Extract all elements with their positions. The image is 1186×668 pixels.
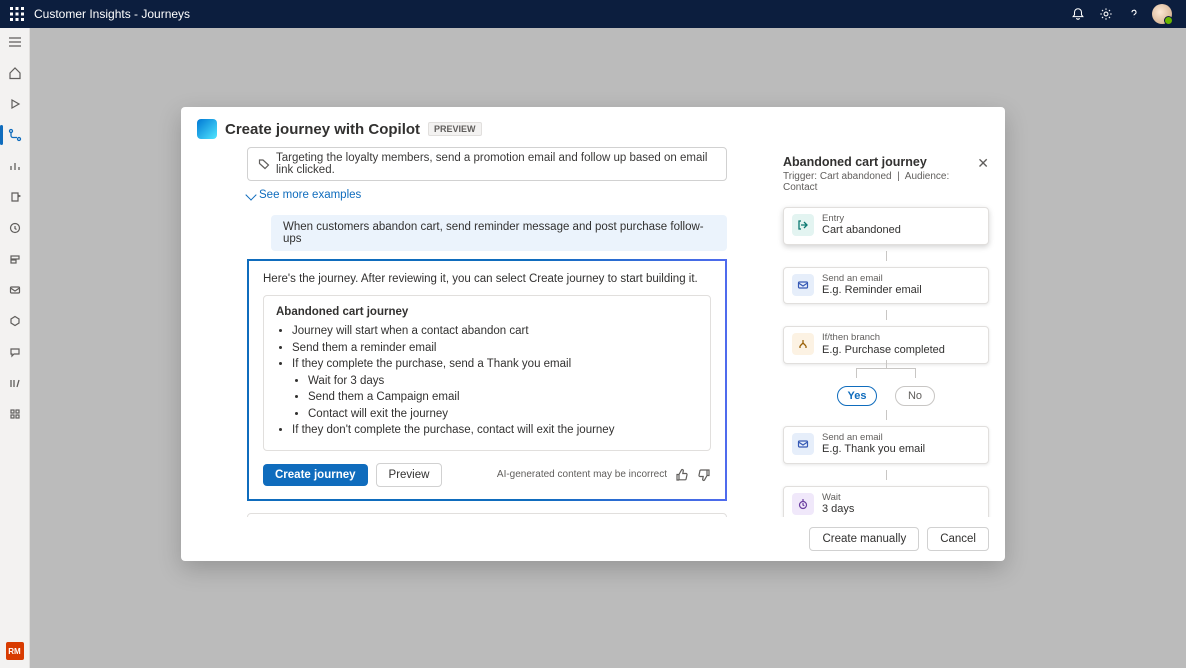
chat-icon[interactable] [7, 344, 23, 360]
journey-step: If they complete the purchase, send a Th… [292, 357, 698, 422]
journey-summary-title: Abandoned cart journey [276, 306, 698, 318]
journey-node-entry[interactable]: Entry Cart abandoned [783, 207, 989, 245]
wait-node-icon [792, 493, 814, 515]
email-node-icon [792, 274, 814, 296]
clock-icon[interactable] [7, 220, 23, 236]
journey-node-branch[interactable]: If/then branch E.g. Purchase completed [783, 326, 989, 364]
suggestion-chip[interactable]: Targeting the loyalty members, send a pr… [247, 147, 727, 181]
hamburger-icon[interactable] [7, 34, 23, 50]
preview-button[interactable]: Preview [376, 463, 443, 487]
user-message: When customers abandon cart, send remind… [271, 215, 727, 251]
email-icon[interactable] [7, 282, 23, 298]
form-icon[interactable] [7, 189, 23, 205]
cancel-button[interactable]: Cancel [927, 527, 989, 551]
branch-no[interactable]: No [895, 386, 935, 406]
settings-icon[interactable] [1092, 0, 1120, 28]
segment-icon[interactable] [7, 251, 23, 267]
journey-node-email[interactable]: Send an email E.g. Reminder email [783, 267, 989, 305]
journey-step: Send them a reminder email [292, 341, 698, 357]
library-icon[interactable] [7, 375, 23, 391]
help-icon[interactable] [1120, 0, 1148, 28]
grid-icon[interactable] [7, 406, 23, 422]
asset-icon[interactable] [7, 313, 23, 329]
chat-column: Targeting the loyalty members, send a pr… [181, 147, 775, 517]
branch-options: Yes No [783, 386, 989, 406]
user-avatar[interactable] [1148, 0, 1176, 28]
modal-header: Create journey with Copilot PREVIEW [181, 107, 1005, 147]
ai-disclaimer: AI-generated content may be incorrect [497, 468, 711, 482]
card-actions: Create journey Preview AI-generated cont… [263, 463, 711, 487]
create-journey-modal: Create journey with Copilot PREVIEW Targ… [181, 107, 1005, 561]
top-nav: Customer Insights - Journeys [0, 0, 1186, 28]
suggestion-text: Targeting the loyalty members, send a pr… [276, 152, 716, 176]
journey-step: Journey will start when a contact abando… [292, 324, 698, 340]
branch-node-icon [792, 333, 814, 355]
branch-yes[interactable]: Yes [837, 386, 877, 406]
home-icon[interactable] [7, 65, 23, 81]
journey-node-wait[interactable]: Wait 3 days [783, 486, 989, 518]
left-nav-rail: RM [0, 28, 30, 668]
entry-icon [792, 214, 814, 236]
chevron-down-icon [245, 189, 256, 200]
journey-substep: Contact will exit the journey [308, 407, 698, 423]
copilot-response-card: Here's the journey. After reviewing it, … [247, 259, 727, 501]
thumbs-down-icon[interactable] [697, 468, 711, 482]
copilot-intro-text: Here's the journey. After reviewing it, … [263, 273, 711, 285]
analytics-icon[interactable] [7, 158, 23, 174]
modal-title: Create journey with Copilot [225, 121, 420, 138]
create-journey-button[interactable]: Create journey [263, 464, 368, 486]
create-manually-button[interactable]: Create manually [809, 527, 919, 551]
preview-meta: Trigger: Cart abandoned | Audience: Cont… [783, 171, 977, 193]
app-title: Customer Insights - Journeys [34, 7, 190, 21]
preview-title: Abandoned cart journey [783, 155, 977, 169]
journey-step: If they don't complete the purchase, con… [292, 423, 698, 439]
copilot-logo-icon [197, 119, 217, 139]
journey-canvas: Entry Cart abandoned Send an email E.g. … [783, 207, 989, 517]
email-node-icon [792, 433, 814, 455]
rm-badge[interactable]: RM [6, 642, 24, 660]
journey-substep: Wait for 3 days [308, 374, 698, 390]
modal-footer: Create manually Cancel [181, 517, 1005, 561]
journey-substep: Send them a Campaign email [308, 390, 698, 406]
journey-node-thankyou[interactable]: Send an email E.g. Thank you email [783, 426, 989, 464]
journey-preview-panel: Abandoned cart journey Trigger: Cart aba… [775, 147, 1005, 517]
preview-badge: PREVIEW [428, 122, 482, 136]
app-launcher-icon[interactable] [10, 7, 24, 21]
tag-icon [258, 158, 270, 170]
play-icon[interactable] [7, 96, 23, 112]
journey-summary-box: Abandoned cart journey Journey will star… [263, 295, 711, 451]
see-more-link[interactable]: See more examples [247, 189, 727, 201]
notifications-icon[interactable] [1064, 0, 1092, 28]
thumbs-up-icon[interactable] [675, 468, 689, 482]
close-icon[interactable]: ✕ [977, 155, 989, 172]
journeys-icon[interactable] [7, 127, 23, 143]
prompt-input-area[interactable]: Describe your customer journey in everyd… [247, 513, 727, 517]
